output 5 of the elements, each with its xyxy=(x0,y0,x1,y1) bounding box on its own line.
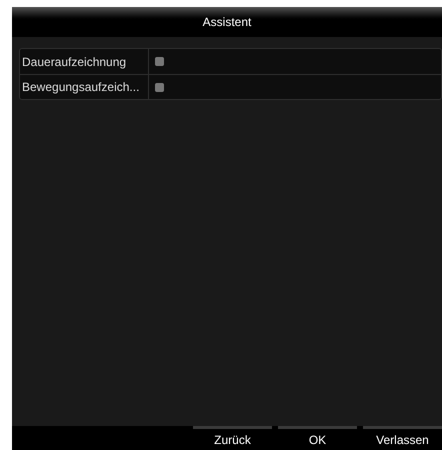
checkbox[interactable] xyxy=(155,82,164,92)
window-title: Assistent xyxy=(202,14,252,31)
row-label: Daueraufzeichnung xyxy=(22,54,126,70)
checkbox[interactable] xyxy=(155,57,164,66)
row-label: Bewegungsaufzeich... xyxy=(22,79,140,96)
